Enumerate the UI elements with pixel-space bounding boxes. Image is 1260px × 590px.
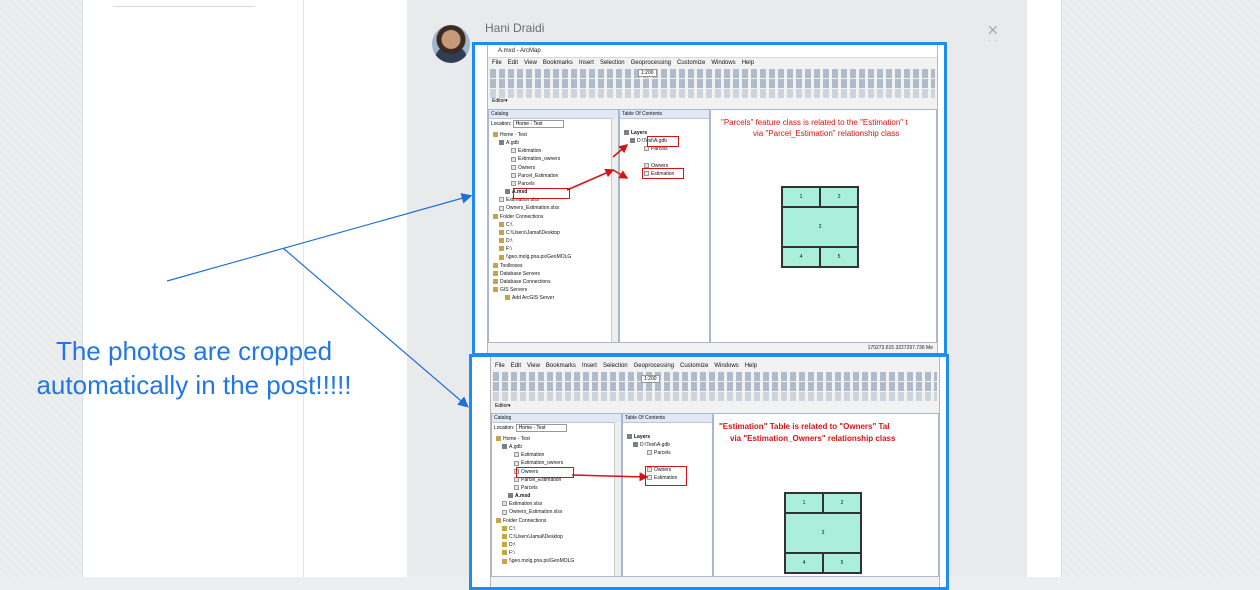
annotation-arrows — [166, 193, 473, 408]
